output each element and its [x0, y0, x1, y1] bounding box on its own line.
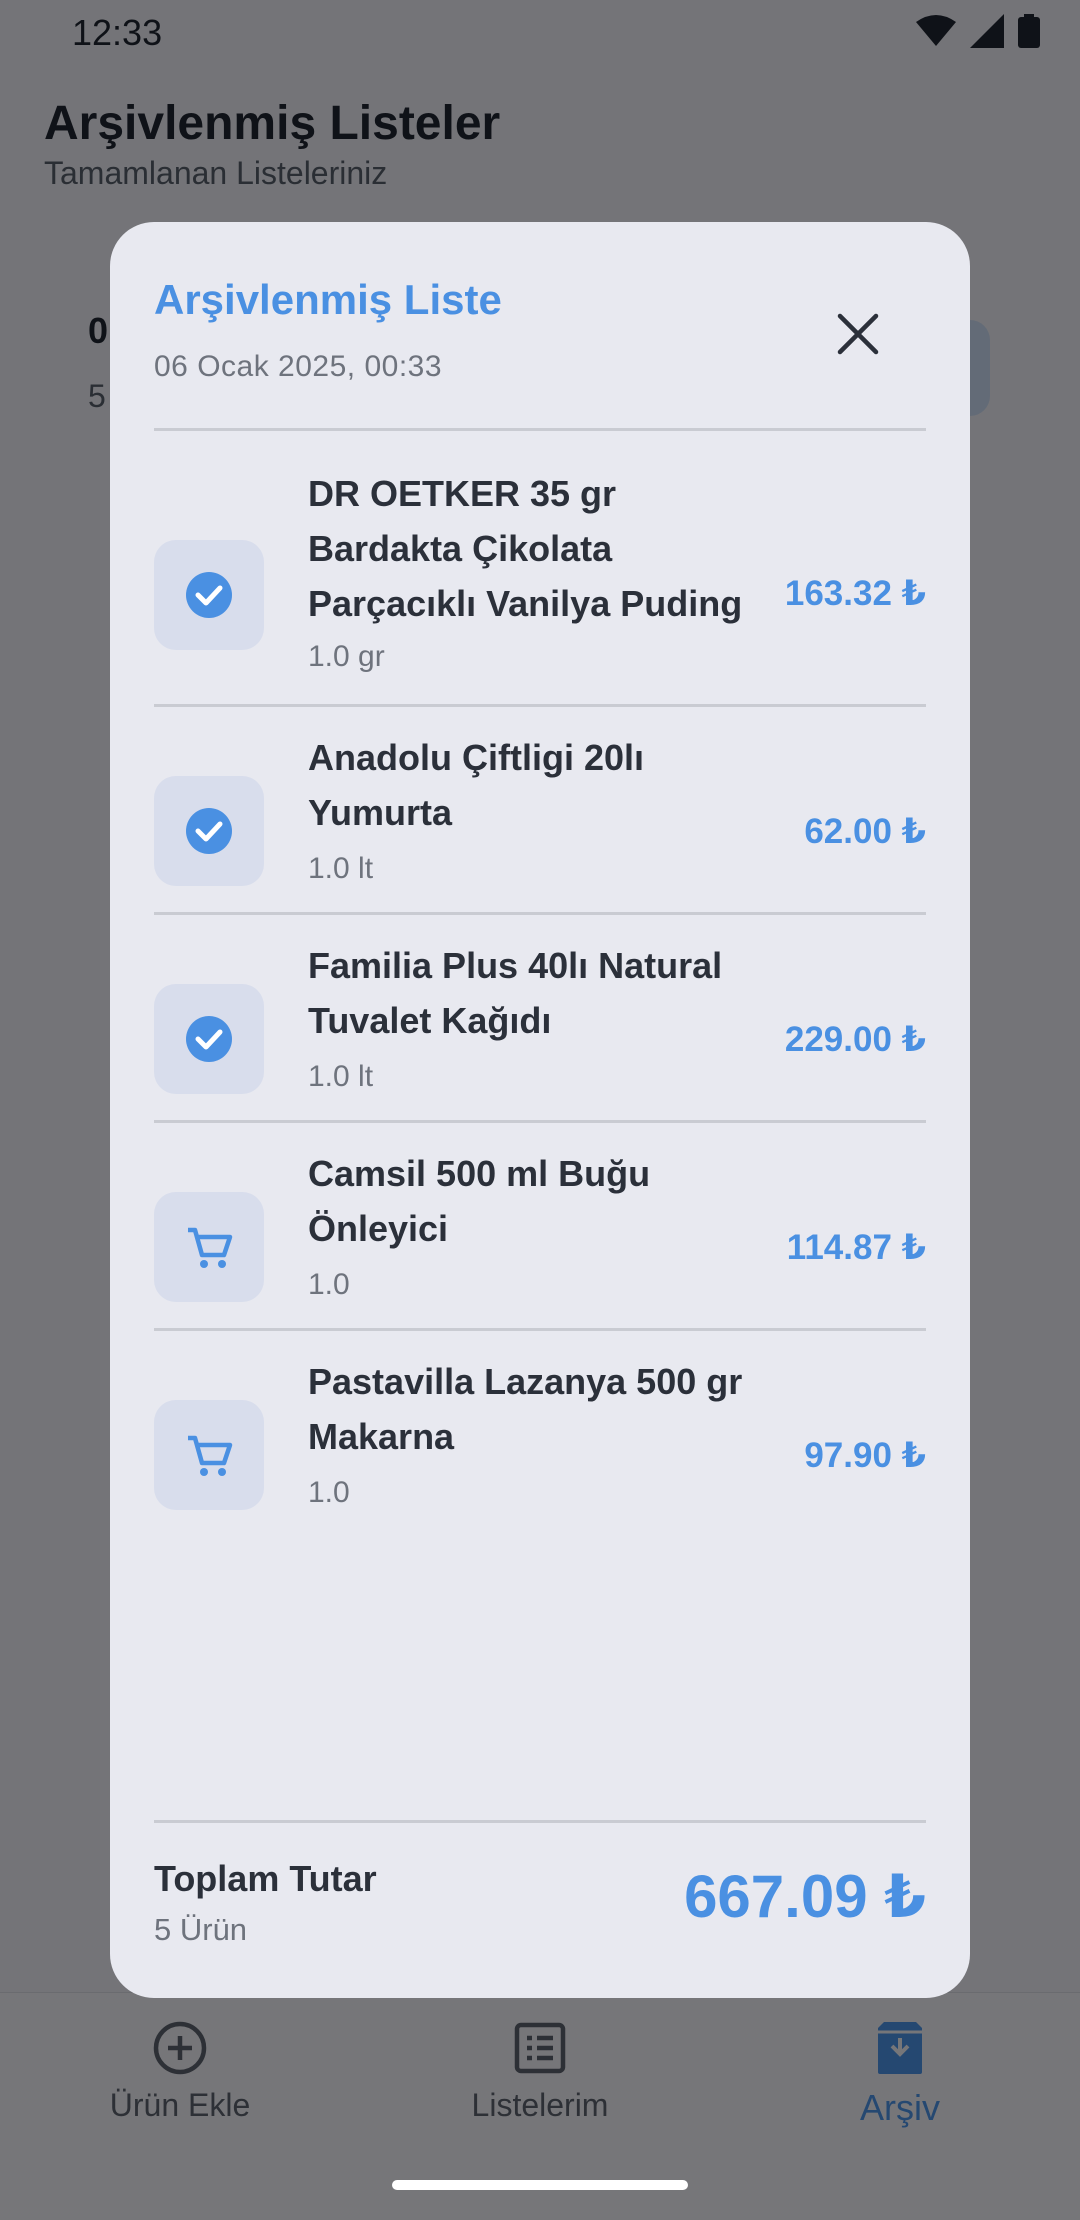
- check-circle-icon: [186, 1016, 232, 1062]
- item-price: 62.00 ₺: [804, 812, 926, 851]
- item-count: 5 Ürün: [154, 1912, 248, 1947]
- item-status-box: [154, 1400, 264, 1510]
- item-quantity: 1.0: [308, 1476, 350, 1509]
- list-item: Pastavilla Lazanya 500 gr Makarna 1.0 97…: [154, 1354, 926, 1534]
- item-name: Camsil 500 ml Buğu Önleyici: [308, 1153, 651, 1249]
- item-name: Pastavilla Lazanya 500 gr Makarna: [308, 1361, 743, 1457]
- dialog-title: Arşivlenmiş Liste: [154, 276, 502, 323]
- close-icon: [837, 313, 879, 355]
- list-item: Familia Plus 40lı Natural Tuvalet Kağıdı…: [154, 938, 926, 1118]
- total-amount: 667.09 ₺: [684, 1863, 926, 1930]
- item-quantity: 1.0 lt: [308, 1060, 374, 1093]
- item-name: Anadolu Çiftligi 20lı Yumurta: [308, 737, 645, 833]
- item-quantity: 1.0 lt: [308, 852, 374, 885]
- dialog-date: 06 Ocak 2025, 00:33: [154, 350, 443, 383]
- divider: [154, 912, 926, 915]
- item-status-box: [154, 984, 264, 1094]
- footer-divider: [154, 1820, 926, 1823]
- item-name: Familia Plus 40lı Natural Tuvalet Kağıdı: [308, 945, 723, 1041]
- check-circle-icon: [186, 808, 232, 854]
- item-status-box: [154, 540, 264, 650]
- home-indicator[interactable]: [392, 2180, 688, 2190]
- cart-icon: [188, 1435, 233, 1476]
- item-quantity: 1.0: [308, 1268, 350, 1301]
- divider: [154, 1120, 926, 1123]
- item-quantity: 1.0 gr: [308, 640, 385, 673]
- item-price: 97.90 ₺: [804, 1436, 926, 1475]
- divider: [154, 1328, 926, 1331]
- item-price: 163.32 ₺: [784, 574, 926, 613]
- total-label: Toplam Tutar: [154, 1858, 377, 1899]
- divider: [154, 428, 926, 431]
- item-price: 229.00 ₺: [784, 1020, 926, 1059]
- item-name: DR OETKER 35 gr Bardakta Çikolata Parçac…: [308, 473, 743, 624]
- list-item: Anadolu Çiftligi 20lı Yumurta 1.0 lt 62.…: [154, 730, 926, 910]
- cart-icon: [188, 1227, 233, 1268]
- divider: [154, 704, 926, 707]
- list-item: Camsil 500 ml Buğu Önleyici 1.0 114.87 ₺: [154, 1146, 926, 1326]
- close-button[interactable]: [826, 302, 890, 366]
- list-item: DR OETKER 35 gr Bardakta Çikolata Parçac…: [154, 466, 926, 706]
- check-circle-icon: [186, 572, 232, 618]
- item-price: 114.87 ₺: [786, 1228, 926, 1267]
- item-status-box: [154, 1192, 264, 1302]
- item-status-box: [154, 776, 264, 886]
- archived-list-dialog: Arşivlenmiş Liste 06 Ocak 2025, 00:33 DR…: [110, 222, 970, 1998]
